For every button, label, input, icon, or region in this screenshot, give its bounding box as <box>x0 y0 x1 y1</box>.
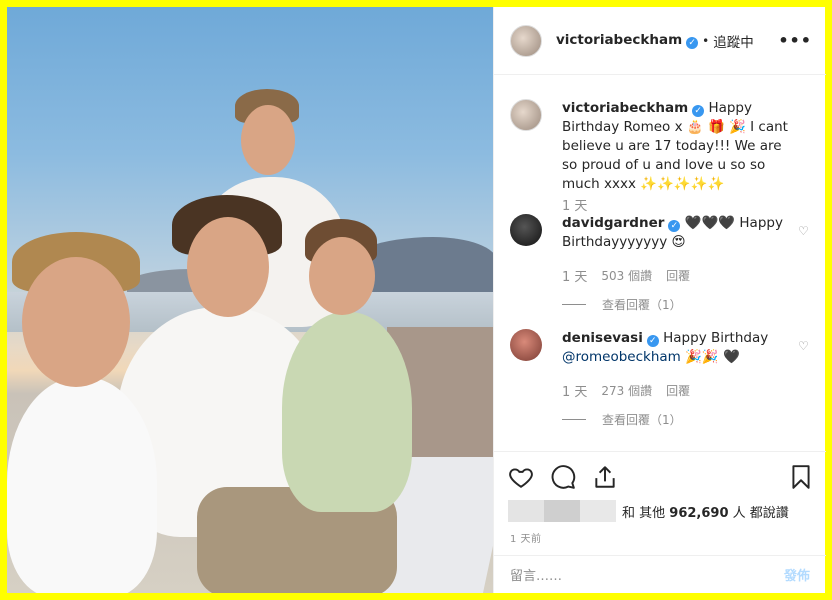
avatar[interactable] <box>510 99 542 131</box>
comment-input[interactable]: 留言…… <box>510 565 784 584</box>
liker-avatar <box>508 500 544 522</box>
liker-avatar <box>544 500 580 522</box>
post-time[interactable]: 1 天前 <box>510 530 542 545</box>
face <box>241 105 295 175</box>
face <box>187 217 269 317</box>
comment-like-icon[interactable]: ♡ <box>798 339 810 353</box>
comment-emoji: 🎉🎉 🖤 <box>685 349 740 365</box>
comment-likes[interactable]: 273 個讚 <box>601 382 652 399</box>
heart-icon[interactable] <box>508 464 534 490</box>
comment-username[interactable]: denisevasi ✓ <box>562 330 659 347</box>
share-icon[interactable] <box>592 464 618 490</box>
separator: • <box>702 33 710 48</box>
header-username[interactable]: victoriabeckham ✓ <box>556 32 699 49</box>
reply-button[interactable]: 回覆 <box>666 267 690 284</box>
comment-username[interactable]: davidgardner ✓ <box>562 215 681 232</box>
comment-body: denisevasi ✓ Happy Birthday @romeobeckham… <box>562 329 794 367</box>
likes-count-text: 和 其他 962,690 人 都說讚 <box>622 505 789 521</box>
person-girl <box>282 312 412 512</box>
divider <box>562 419 586 420</box>
verified-badge-icon: ✓ <box>668 220 681 232</box>
caption-username[interactable]: victoriabeckham ✓ <box>562 100 705 117</box>
action-icons <box>508 464 618 490</box>
view-replies[interactable]: 查看回覆（1） <box>562 296 682 313</box>
post-header: victoriabeckham ✓ • 追蹤中 ••• <box>494 7 826 75</box>
bookmark-icon[interactable] <box>788 464 814 490</box>
mention-link[interactable]: @romeobeckham <box>562 349 681 365</box>
avatar[interactable] <box>510 214 542 246</box>
post-comment-button[interactable]: 發佈 <box>784 565 810 584</box>
view-replies-label: 查看回覆（1） <box>602 298 682 312</box>
reply-button[interactable]: 回覆 <box>666 382 690 399</box>
comment-item: denisevasi ✓ Happy Birthday @romeobeckham… <box>510 329 810 439</box>
post-details-panel: victoriabeckham ✓ • 追蹤中 ••• victoriabeckh… <box>493 7 826 593</box>
avatar[interactable] <box>510 329 542 361</box>
comment-body: davidgardner ✓ 🖤🖤🖤 Happy Birthdayyyyyyy 😍 <box>562 214 794 252</box>
caption: victoriabeckham ✓ Happy Birthday Romeo x … <box>510 99 810 214</box>
comments-list[interactable]: victoriabeckham ✓ Happy Birthday Romeo x … <box>494 76 826 451</box>
add-comment-bar: 留言…… 發佈 <box>494 555 826 593</box>
likes-summary[interactable]: 和 其他 962,690 人 都說讚 <box>508 500 789 522</box>
comment-likes[interactable]: 503 個讚 <box>601 267 652 284</box>
view-replies[interactable]: 查看回覆（1） <box>562 411 682 428</box>
verified-badge-icon: ✓ <box>686 37 699 49</box>
comment-meta: 1 天 273 個讚 回覆 <box>562 381 690 400</box>
liker-avatar <box>580 500 616 522</box>
verified-badge-icon: ✓ <box>646 335 659 347</box>
comment-time[interactable]: 1 天 <box>562 381 587 400</box>
comment-time[interactable]: 1 天 <box>562 266 587 285</box>
caption-meta: 1 天 <box>562 195 587 214</box>
face <box>22 257 130 387</box>
divider <box>562 304 586 305</box>
post-actions: 和 其他 962,690 人 都說讚 1 天前 <box>494 451 826 545</box>
comment-text: Happy Birthday <box>663 330 769 346</box>
comment-item: davidgardner ✓ 🖤🖤🖤 Happy Birthdayyyyyyy 😍… <box>510 214 810 324</box>
follow-status-button[interactable]: 追蹤中 <box>713 31 754 51</box>
post-photo[interactable] <box>7 7 493 593</box>
comment-icon[interactable] <box>550 464 576 490</box>
verified-badge-icon: ✓ <box>692 105 705 117</box>
view-replies-label: 查看回覆（1） <box>602 413 682 427</box>
caption-time[interactable]: 1 天 <box>562 195 587 214</box>
comment-like-icon[interactable]: ♡ <box>798 224 810 238</box>
person-left <box>7 377 157 593</box>
more-options-icon[interactable]: ••• <box>778 31 812 50</box>
face <box>309 237 375 315</box>
avatar[interactable] <box>510 24 542 57</box>
comment-meta: 1 天 503 個讚 回覆 <box>562 266 690 285</box>
caption-body: victoriabeckham ✓ Happy Birthday Romeo x … <box>562 99 794 194</box>
